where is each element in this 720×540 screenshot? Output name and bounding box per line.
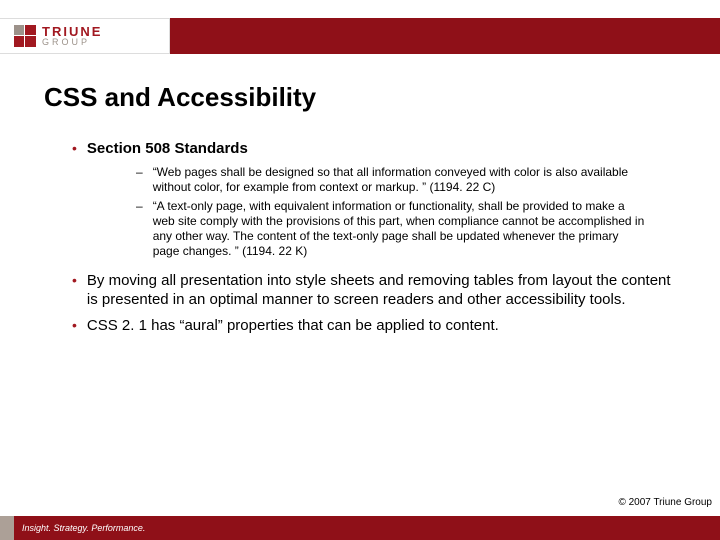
logo: TRIUNE GROUP (0, 18, 170, 54)
slide-header: TRIUNE GROUP (0, 0, 720, 54)
footer-accent (0, 516, 14, 540)
copyright-text: © 2007 Triune Group (618, 497, 712, 508)
bullet-text: Section 508 Standards (87, 139, 248, 159)
logo-line2: GROUP (42, 38, 102, 47)
sub-bullet-text: “A text-only page, with equivalent infor… (153, 199, 646, 259)
sub-bullet-item: – “Web pages shall be designed so that a… (136, 165, 646, 195)
bullet-item: • Section 508 Standards (72, 139, 676, 159)
logo-text: TRIUNE GROUP (42, 25, 102, 47)
slide-content: CSS and Accessibility • Section 508 Stan… (0, 54, 720, 335)
bullet-item: • By moving all presentation into style … (72, 271, 676, 310)
dash-icon: – (136, 165, 143, 195)
sub-bullet-item: – “A text-only page, with equivalent inf… (136, 199, 646, 259)
slide-title: CSS and Accessibility (44, 82, 676, 113)
bullet-icon: • (72, 316, 77, 336)
sub-bullet-text: “Web pages shall be designed so that all… (153, 165, 646, 195)
bullet-text: By moving all presentation into style sh… (87, 271, 676, 310)
footer-tagline: Insight. Strategy. Performance. (22, 523, 145, 533)
dash-icon: – (136, 199, 143, 259)
bullet-text: CSS 2. 1 has “aural” properties that can… (87, 316, 499, 336)
bullet-item: • CSS 2. 1 has “aural” properties that c… (72, 316, 676, 336)
bullet-icon: • (72, 139, 77, 159)
logo-icon (14, 25, 36, 47)
bullet-icon: • (72, 271, 77, 310)
slide-footer: Insight. Strategy. Performance. (0, 516, 720, 540)
header-bar (170, 18, 720, 54)
